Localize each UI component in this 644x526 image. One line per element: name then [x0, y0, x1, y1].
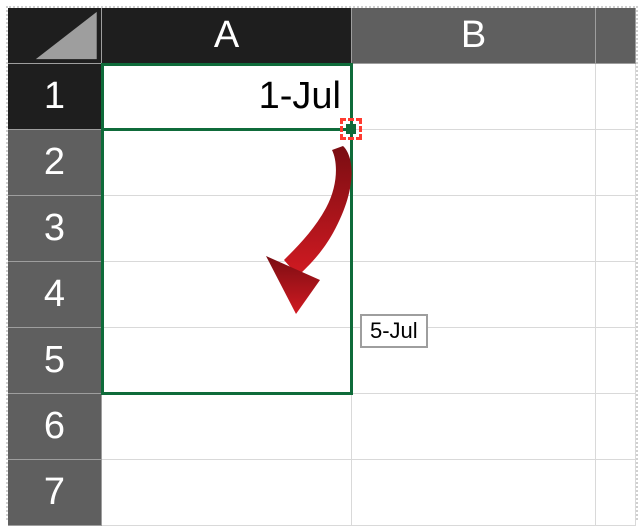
- cell-value: 1-Jul: [259, 75, 341, 118]
- row-header-label: 7: [44, 471, 65, 514]
- cell-B3[interactable]: [352, 196, 596, 262]
- cell-A2[interactable]: [102, 130, 352, 196]
- grid-row: [102, 130, 636, 196]
- row-header-4[interactable]: 4: [8, 262, 102, 328]
- cell-B5[interactable]: [352, 328, 596, 394]
- cell-A7[interactable]: [102, 460, 352, 526]
- cell-C1[interactable]: [596, 64, 636, 130]
- cell-C2[interactable]: [596, 130, 636, 196]
- cell-A1[interactable]: 1-Jul: [102, 64, 352, 130]
- grid-row: [102, 262, 636, 328]
- column-header-label: A: [214, 14, 239, 57]
- cell-A5[interactable]: [102, 328, 352, 394]
- column-header-B[interactable]: B: [352, 8, 596, 64]
- row-header-label: 3: [44, 207, 65, 250]
- column-header-C[interactable]: [596, 8, 636, 64]
- row-header-3[interactable]: 3: [8, 196, 102, 262]
- cell-C6[interactable]: [596, 394, 636, 460]
- row-header-7[interactable]: 7: [8, 460, 102, 526]
- cell-B7[interactable]: [352, 460, 596, 526]
- spreadsheet-viewport: A B 1 2 3 4 5 6 7 1-Jul: [6, 6, 638, 520]
- column-header-A[interactable]: A: [102, 8, 352, 64]
- cell-A3[interactable]: [102, 196, 352, 262]
- cell-C4[interactable]: [596, 262, 636, 328]
- grid-row: [102, 196, 636, 262]
- grid-row: [102, 460, 636, 526]
- grid-row: [102, 394, 636, 460]
- cell-C3[interactable]: [596, 196, 636, 262]
- row-header-label: 2: [44, 141, 65, 184]
- cell-grid: 1-Jul: [102, 64, 636, 518]
- cell-C7[interactable]: [596, 460, 636, 526]
- row-header-label: 4: [44, 273, 65, 316]
- row-header-2[interactable]: 2: [8, 130, 102, 196]
- column-header-label: B: [461, 14, 486, 57]
- cell-A6[interactable]: [102, 394, 352, 460]
- cell-B2[interactable]: [352, 130, 596, 196]
- row-header-label: 5: [44, 339, 65, 382]
- row-header-1[interactable]: 1: [8, 64, 102, 130]
- cell-B6[interactable]: [352, 394, 596, 460]
- fill-handle[interactable]: [346, 124, 356, 134]
- row-header-label: 1: [44, 75, 65, 118]
- row-header-label: 6: [44, 405, 65, 448]
- cell-B4[interactable]: [352, 262, 596, 328]
- cell-A4[interactable]: [102, 262, 352, 328]
- cell-C5[interactable]: [596, 328, 636, 394]
- row-headers: 1 2 3 4 5 6 7: [8, 64, 102, 518]
- cell-B1[interactable]: [352, 64, 596, 130]
- row-header-5[interactable]: 5: [8, 328, 102, 394]
- select-all-triangle-icon: [8, 8, 101, 63]
- grid-row: [102, 328, 636, 394]
- row-header-6[interactable]: 6: [8, 394, 102, 460]
- select-all-corner[interactable]: [8, 8, 102, 64]
- column-headers: A B: [102, 8, 636, 64]
- grid-row: 1-Jul: [102, 64, 636, 130]
